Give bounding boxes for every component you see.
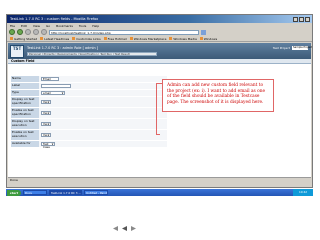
slide-navigation: [113, 226, 136, 231]
bookmark-windows-marketplace[interactable]: Windows Marketplace: [129, 37, 166, 41]
menu-view[interactable]: View: [33, 24, 40, 28]
project-label: Test Project: [272, 46, 290, 50]
bookmark-windows-media[interactable]: Windows Media: [169, 37, 197, 41]
testlink-logo: TST: [10, 44, 24, 58]
project-selector-area: Test Project Sample Project: [272, 46, 312, 50]
bookmark-customize-links[interactable]: Customize Links: [72, 37, 101, 41]
taskbar-item[interactable]: TestLink 1.7.0 RC 3 ...: [49, 190, 83, 195]
bookmark-icon: [199, 37, 203, 40]
bookmark-icon: [72, 37, 76, 40]
bookmark-icon: [169, 37, 173, 40]
page-subtitle: Custom Field: [8, 59, 311, 64]
stop-button[interactable]: [33, 29, 39, 35]
custom-field-form: Name Email Label Type email ▼ Display on …: [11, 76, 167, 149]
field-label: Type: [11, 90, 39, 96]
form-row-type: Type email ▼: [11, 90, 167, 97]
app-info: TestLink 1.7.0 RC 3 : admin Role [ admin…: [27, 46, 157, 56]
bookmark-getting-started[interactable]: Getting Started: [10, 37, 37, 41]
field-label: Display on test specification: [11, 97, 39, 107]
display-on-spec-select[interactable]: Yes ▼: [41, 99, 51, 105]
field-label: Enable on test specification: [11, 108, 39, 118]
project-select[interactable]: Sample Project: [292, 46, 312, 50]
close-button[interactable]: [305, 16, 310, 22]
form-row-label: Label: [11, 83, 167, 90]
chevron-down-icon: ▼: [47, 122, 50, 126]
annotation-callout: Admin can add new custom field relevant …: [162, 79, 274, 112]
window-titlebar: TestLink 1.7.0 RC 3 : custom fields - Mo…: [7, 15, 312, 23]
back-button[interactable]: [9, 29, 15, 35]
taskbar-item[interactable]: Untitled - Paint: [84, 190, 109, 195]
chevron-down-icon: ▼: [61, 91, 64, 95]
form-row-display-exec: Display on test execution Yes ▼: [11, 119, 167, 130]
form-row-display-spec: Display on test specification Yes ▼: [11, 97, 167, 108]
field-label: Name: [11, 76, 39, 82]
app-nav-links[interactable]: Personal | Projects | Requirements | Spe…: [27, 52, 157, 56]
bookmark-icon: [40, 37, 44, 40]
go-button[interactable]: [201, 29, 206, 35]
slide-menu-icon[interactable]: [122, 226, 127, 231]
menu-go[interactable]: Go: [46, 24, 50, 28]
bookmarks-toolbar: Getting Started Latest Headlines Customi…: [7, 36, 312, 42]
address-bar[interactable]: http://localhost/testlink_1.7.0/index.ph…: [49, 29, 199, 35]
field-label: Label: [11, 83, 39, 89]
app-header-line: TestLink 1.7.0 RC 3 : admin Role [ admin…: [27, 46, 98, 50]
menu-bookmarks[interactable]: Bookmarks: [56, 24, 73, 28]
chevron-down-icon: ▼: [47, 100, 50, 104]
minimize-button[interactable]: [293, 16, 298, 22]
annotation-connector-tail: [156, 134, 160, 135]
name-input[interactable]: Email: [41, 76, 59, 82]
window-controls: [293, 16, 310, 22]
home-button[interactable]: [41, 29, 47, 35]
form-row-enable-spec: Enable on test specification Yes ▼: [11, 108, 167, 119]
bookmark-icon: [103, 37, 107, 40]
enable-on-exec-select[interactable]: Yes ▼: [41, 132, 51, 138]
bookmark-icon: [10, 37, 13, 40]
enable-on-spec-select[interactable]: Yes ▼: [41, 110, 51, 116]
field-label: Available for: [11, 141, 39, 147]
label-input[interactable]: [41, 83, 71, 89]
type-select[interactable]: email ▼: [41, 90, 65, 96]
field-label: Display on test execution: [11, 119, 39, 129]
chevron-down-icon: ▼: [47, 111, 50, 115]
form-row-available-for: Available for Test Case ▼: [11, 141, 167, 149]
bookmark-latest-headlines[interactable]: Latest Headlines: [40, 37, 69, 41]
chevron-down-icon: ▼: [47, 133, 50, 137]
menu-help[interactable]: Help: [92, 24, 99, 28]
status-bar: Done: [8, 177, 311, 182]
navigation-toolbar: http://localhost/testlink_1.7.0/index.ph…: [7, 28, 312, 36]
bookmark-free-hotmail[interactable]: Free Hotmail: [103, 37, 127, 41]
menu-tools[interactable]: Tools: [79, 24, 86, 28]
chevron-down-icon: ▼: [51, 142, 54, 146]
bookmark-icon: [129, 37, 133, 40]
bookmark-windows[interactable]: Windows: [199, 37, 217, 41]
menu-edit[interactable]: Edit: [21, 24, 27, 28]
previous-slide-icon[interactable]: [113, 226, 118, 231]
window-title: TestLink 1.7.0 RC 3 : custom fields - Mo…: [10, 17, 99, 21]
form-row-enable-exec: Enable on test execution Yes ▼: [11, 130, 167, 141]
form-row-name: Name Email: [11, 76, 167, 83]
annotation-text: Admin can add new custom field relevant …: [167, 83, 266, 105]
available-for-select[interactable]: Test Case ▼: [41, 141, 55, 149]
menu-file[interactable]: File: [10, 24, 15, 28]
start-button[interactable]: start: [7, 189, 21, 196]
display-on-exec-select[interactable]: Yes ▼: [41, 121, 51, 127]
reload-button[interactable]: [25, 29, 31, 35]
field-label: Enable on test execution: [11, 130, 39, 140]
maximize-button[interactable]: [299, 16, 304, 22]
forward-button[interactable]: [17, 29, 23, 35]
taskbar-item[interactable]: Docs: [23, 190, 47, 195]
taskbar: start Docs TestLink 1.7.0 RC 3 ... Untit…: [6, 189, 313, 196]
app-header: TST TestLink 1.7.0 RC 3 : admin Role [ a…: [8, 43, 312, 59]
next-slide-icon[interactable]: [131, 226, 136, 231]
system-tray-clock: 10:42: [293, 189, 313, 196]
